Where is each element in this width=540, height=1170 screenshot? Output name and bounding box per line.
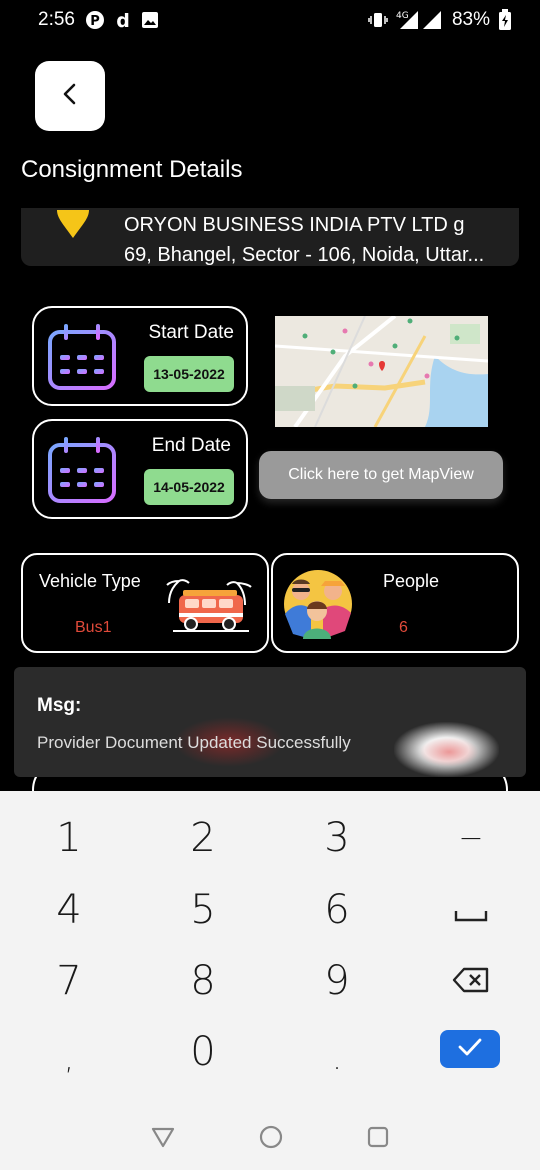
map-thumbnail[interactable] [275, 316, 488, 427]
people-card: People 6 [271, 553, 519, 653]
key-minus[interactable]: − [404, 803, 538, 873]
home-circle-icon[interactable] [258, 1124, 284, 1155]
vibrate-icon [368, 11, 388, 29]
key-8[interactable]: 8 [136, 946, 270, 1016]
key-1[interactable]: 1 [2, 803, 136, 873]
status-bar: 2:56 P d 4G 83% [0, 0, 540, 40]
calendar-icon [46, 435, 118, 512]
vehicle-type-label: Vehicle Type [39, 571, 141, 591]
key-4[interactable]: 4 [2, 875, 136, 945]
toast-title: Msg: [37, 695, 82, 716]
key-period[interactable]: . [270, 1017, 404, 1087]
address-card: ORYON BUSINESS INDIA PTV LTD g 69, Bhang… [21, 208, 519, 266]
network-label: 4G [396, 11, 409, 21]
map-view-button[interactable]: Click here to get MapView [259, 451, 503, 499]
signal-icon: 4G [396, 9, 444, 31]
key-9[interactable]: 9 [270, 946, 404, 1016]
chevron-left-icon [60, 82, 80, 111]
svg-text:d: d [116, 10, 130, 30]
key-3[interactable]: 3 [270, 803, 404, 873]
image-icon [141, 11, 159, 29]
people-value: 6 [399, 619, 408, 636]
check-icon [457, 1037, 483, 1062]
bus-icon [165, 575, 255, 640]
space-icon [454, 887, 488, 933]
recents-square-icon[interactable] [366, 1125, 390, 1154]
back-triangle-icon[interactable] [150, 1125, 176, 1154]
p-icon: P [85, 10, 105, 30]
vehicle-type-card: Vehicle Type Bus1 [21, 553, 269, 653]
battery-icon [498, 9, 512, 31]
people-label: People [383, 571, 440, 591]
key-2[interactable]: 2 [136, 803, 270, 873]
people-icon [283, 569, 353, 644]
start-date-label: Start Date [148, 322, 234, 343]
back-button[interactable] [35, 61, 105, 131]
toast-text: Provider Document Updated Successfully [37, 733, 351, 752]
battery-percent: 83% [451, 9, 490, 30]
start-date-card: Start Date 13-05-2022 [32, 306, 248, 406]
done-key[interactable] [440, 1030, 500, 1068]
address-line-1: ORYON BUSINESS INDIA PTV LTD g [124, 214, 465, 236]
page-title: Consignment Details [21, 156, 243, 183]
address-line-2: 69, Bhangel, Sector - 106, Noida, Uttar.… [124, 244, 485, 266]
key-7[interactable]: 7 [2, 946, 136, 1016]
backspace-key[interactable] [404, 946, 538, 1016]
key-6[interactable]: 6 [270, 875, 404, 945]
svg-text:P: P [90, 14, 100, 29]
start-date-value[interactable]: 13-05-2022 [144, 356, 234, 392]
location-pin-icon [53, 208, 93, 247]
key-0[interactable]: 0 [136, 1017, 270, 1087]
calendar-icon [46, 322, 118, 399]
glow-decoration [419, 737, 479, 767]
end-date-label: End Date [151, 435, 231, 456]
navigation-bar [0, 1109, 540, 1169]
key-comma[interactable]: , [2, 1017, 136, 1087]
space-key[interactable] [404, 875, 538, 945]
end-date-card: End Date 14-05-2022 [32, 419, 248, 519]
d-icon: d [115, 10, 131, 30]
key-5[interactable]: 5 [136, 875, 270, 945]
numeric-keyboard: 1 2 3 − 4 5 6 7 8 9 , 0 . [0, 791, 540, 1170]
end-date-value[interactable]: 14-05-2022 [144, 469, 234, 505]
toast-message: Msg: Provider Document Updated Successfu… [14, 667, 526, 777]
status-time: 2:56 [38, 9, 75, 30]
vehicle-type-value: Bus1 [75, 619, 112, 636]
backspace-icon [452, 958, 490, 1004]
